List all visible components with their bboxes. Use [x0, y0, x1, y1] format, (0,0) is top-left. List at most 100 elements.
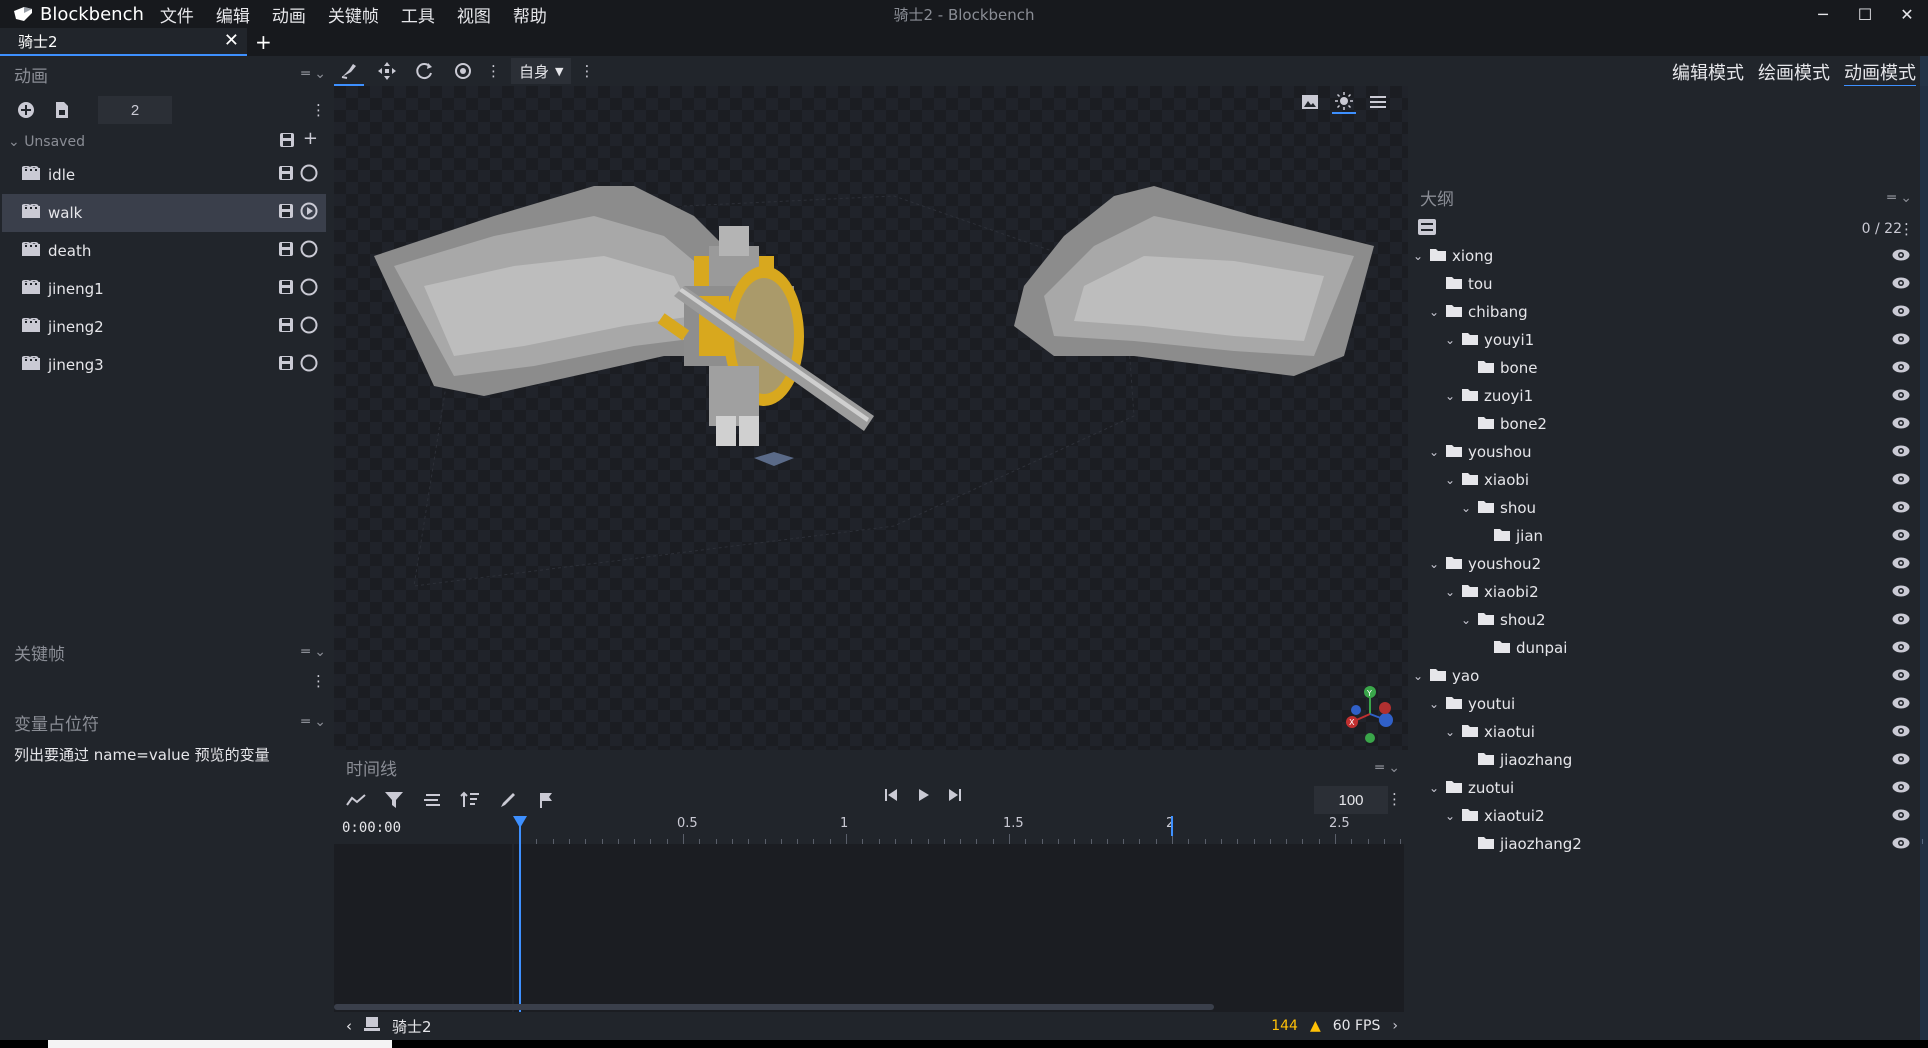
eye-icon[interactable]	[1892, 275, 1910, 293]
taskbar-item[interactable]	[48, 1040, 392, 1048]
animation-item[interactable]: jineng2	[2, 308, 326, 346]
eye-icon[interactable]	[1892, 415, 1910, 433]
eye-icon[interactable]	[1892, 779, 1910, 797]
rotate-tool-icon[interactable]	[410, 56, 440, 86]
eye-icon[interactable]	[1892, 247, 1910, 265]
toggle-options-icon[interactable]	[1418, 219, 1436, 239]
save-all-icon[interactable]	[279, 132, 295, 152]
filter-icon[interactable]	[380, 785, 408, 815]
outliner-node[interactable]: dunpai	[1408, 634, 1920, 662]
chevron-down-icon[interactable]: ⌄	[1426, 305, 1442, 319]
skip-back-icon[interactable]	[884, 788, 898, 806]
chevron-down-icon[interactable]: ⌄	[8, 134, 24, 150]
add-animation-icon[interactable]	[12, 96, 40, 124]
mode-edit[interactable]: 编辑模式	[1672, 59, 1744, 87]
eye-icon[interactable]	[1892, 583, 1910, 601]
3d-viewport[interactable]: Y X	[334, 86, 1408, 750]
outliner-node[interactable]: jiaozhang	[1408, 746, 1920, 774]
panel-menu-icon[interactable]: ═ ⌄	[301, 714, 326, 730]
timeline-track-area[interactable]	[514, 844, 1404, 1020]
outliner-node[interactable]: ⌄ xiaobi	[1408, 466, 1920, 494]
menu-tools[interactable]: 工具	[401, 2, 435, 27]
menu-edit[interactable]: 编辑	[216, 2, 250, 27]
outliner-node[interactable]: ⌄ shou	[1408, 494, 1920, 522]
chevron-down-icon[interactable]: ⌄	[1442, 809, 1458, 823]
menu-animation[interactable]: 动画	[272, 2, 306, 27]
more-options-icon[interactable]: ⋮	[579, 62, 594, 80]
animation-number-input[interactable]	[98, 96, 172, 124]
play-animation-icon[interactable]	[300, 164, 318, 186]
save-animation-icon[interactable]	[278, 203, 294, 223]
time-ruler[interactable]: 0.511.522.533.54	[512, 816, 1923, 844]
save-animation-icon[interactable]	[278, 317, 294, 337]
outliner-node[interactable]: ⌄ xiaobi2	[1408, 578, 1920, 606]
variable-placeholder-text[interactable]: 列出要通过 name=value 预览的变量	[0, 744, 334, 765]
more-options-icon[interactable]: ⋮	[311, 101, 326, 119]
chevron-down-icon[interactable]: ⌄	[1458, 501, 1474, 515]
play-animation-icon[interactable]	[300, 278, 318, 300]
animation-item[interactable]: death	[2, 232, 326, 270]
animation-length-marker[interactable]	[1171, 816, 1173, 836]
tab-close-icon[interactable]: ✕	[224, 30, 239, 51]
pivot-tool-icon[interactable]	[448, 56, 478, 86]
eye-icon[interactable]	[1892, 835, 1910, 853]
pose-tool-icon[interactable]	[334, 56, 364, 86]
menu-keyframe[interactable]: 关键帧	[328, 2, 379, 27]
close-window-icon[interactable]: ✕	[1886, 0, 1928, 28]
playhead[interactable]	[519, 816, 521, 1020]
chevron-down-icon[interactable]: ⌄	[1410, 249, 1426, 263]
save-animation-icon[interactable]	[278, 279, 294, 299]
chevron-down-icon[interactable]: ⌄	[1426, 781, 1442, 795]
outliner-node[interactable]: jian	[1408, 522, 1920, 550]
more-options-icon[interactable]: ⋮	[486, 62, 501, 80]
more-options-icon[interactable]: ⋮	[1387, 790, 1402, 808]
sort-icon[interactable]	[456, 785, 484, 815]
outliner-node[interactable]: ⌄ yao	[1408, 662, 1920, 690]
eye-icon[interactable]	[1892, 751, 1910, 769]
save-animation-icon[interactable]	[278, 165, 294, 185]
outliner-node[interactable]: ⌄ xiong	[1408, 242, 1920, 270]
chevron-down-icon[interactable]: ⌄	[1442, 585, 1458, 599]
chevron-right-icon[interactable]: ›	[1392, 1018, 1398, 1034]
outliner-node[interactable]: ⌄ youtui	[1408, 690, 1920, 718]
maximize-icon[interactable]: ☐	[1844, 0, 1886, 28]
play-animation-icon[interactable]	[300, 202, 318, 224]
eye-icon[interactable]	[1892, 695, 1910, 713]
mode-animate[interactable]: 动画模式	[1844, 59, 1916, 87]
eye-icon[interactable]	[1892, 723, 1910, 741]
eye-icon[interactable]	[1892, 807, 1910, 825]
outliner-node[interactable]: ⌄ shou2	[1408, 606, 1920, 634]
warning-count[interactable]: 144	[1271, 1018, 1298, 1034]
eye-icon[interactable]	[1892, 303, 1910, 321]
menu-file[interactable]: 文件	[160, 2, 194, 27]
chevron-down-icon[interactable]: ⌄	[1442, 389, 1458, 403]
eye-icon[interactable]	[1892, 471, 1910, 489]
eye-icon[interactable]	[1892, 667, 1910, 685]
tab-project[interactable]: 骑士2 ✕	[0, 28, 247, 56]
chevron-down-icon[interactable]: ⌄	[1442, 473, 1458, 487]
unsaved-group[interactable]: ⌄ Unsaved +	[0, 128, 334, 156]
panel-menu-icon[interactable]: ═ ⌄	[301, 644, 326, 660]
warning-icon[interactable]: ▲	[1310, 1018, 1321, 1034]
eye-icon[interactable]	[1892, 527, 1910, 545]
eye-icon[interactable]	[1892, 331, 1910, 349]
new-tab-icon[interactable]: +	[255, 30, 272, 54]
timeline-scrollbar[interactable]	[334, 1004, 1214, 1010]
eye-icon[interactable]	[1892, 555, 1910, 573]
eye-icon[interactable]	[1892, 611, 1910, 629]
chevron-down-icon[interactable]: ⌄	[1442, 333, 1458, 347]
chevron-down-icon[interactable]: ⌄	[1426, 557, 1442, 571]
outliner-node[interactable]: ⌄ chibang	[1408, 298, 1920, 326]
eye-icon[interactable]	[1892, 387, 1910, 405]
eye-icon[interactable]	[1892, 639, 1910, 657]
save-animation-icon[interactable]	[278, 355, 294, 375]
playback-speed-input[interactable]	[1314, 786, 1388, 814]
outliner-node[interactable]: bone	[1408, 354, 1920, 382]
eye-icon[interactable]	[1892, 443, 1910, 461]
panel-menu-icon[interactable]: ═ ⌄	[1375, 760, 1400, 776]
outliner-node[interactable]: ⌄ youshou2	[1408, 550, 1920, 578]
save-animation-icon[interactable]	[278, 241, 294, 261]
outliner-node[interactable]: ⌄ zuotui	[1408, 774, 1920, 802]
panel-menu-icon[interactable]: ═ ⌄	[1887, 190, 1912, 206]
outliner-node[interactable]: tou	[1408, 270, 1920, 298]
